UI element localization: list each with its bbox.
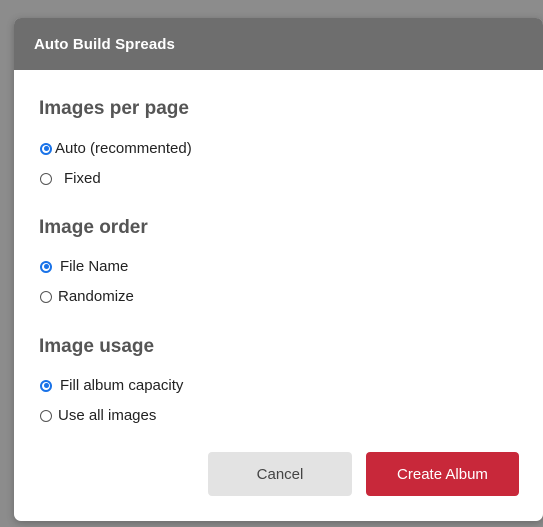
radio-option-auto[interactable]: Auto (recommented) <box>40 140 192 157</box>
radio-button-randomize[interactable] <box>40 290 52 303</box>
radio-button-file-name[interactable] <box>40 260 52 273</box>
section-title-image-usage: Image usage <box>39 336 155 357</box>
radio-option-file-name[interactable]: File Name <box>40 258 128 275</box>
radio-label-fill-album: Fill album capacity <box>60 377 184 394</box>
radio-button-fill-album[interactable] <box>40 379 52 392</box>
radio-option-fill-album[interactable]: Fill album capacity <box>40 377 183 394</box>
radio-button-fixed[interactable] <box>40 172 52 185</box>
radio-label-file-name: File Name <box>60 258 129 275</box>
radio-label-fixed: Fixed <box>64 170 101 187</box>
radio-option-fixed[interactable]: Fixed <box>40 170 101 187</box>
section-title-images-per-page: Images per page <box>39 98 189 119</box>
radio-label-use-all: Use all images <box>58 407 157 424</box>
radio-button-use-all[interactable] <box>40 409 52 422</box>
radio-button-auto[interactable] <box>40 142 52 155</box>
radio-label-auto: Auto (recommented) <box>55 140 192 157</box>
radio-option-randomize[interactable]: Randomize <box>40 288 134 305</box>
section-title-image-order: Image order <box>39 217 148 238</box>
dialog-title: Auto Build Spreads <box>34 35 175 53</box>
radio-option-use-all[interactable]: Use all images <box>40 407 156 424</box>
cancel-button[interactable]: Cancel <box>208 452 352 496</box>
dialog-header: Auto Build Spreads <box>14 18 543 70</box>
auto-build-spreads-dialog: Auto Build Spreads Images per page Auto … <box>14 18 543 521</box>
create-album-button[interactable]: Create Album <box>366 452 519 496</box>
radio-label-randomize: Randomize <box>58 288 134 305</box>
dialog-body: Images per page Auto (recommented) Fixed… <box>14 70 543 521</box>
